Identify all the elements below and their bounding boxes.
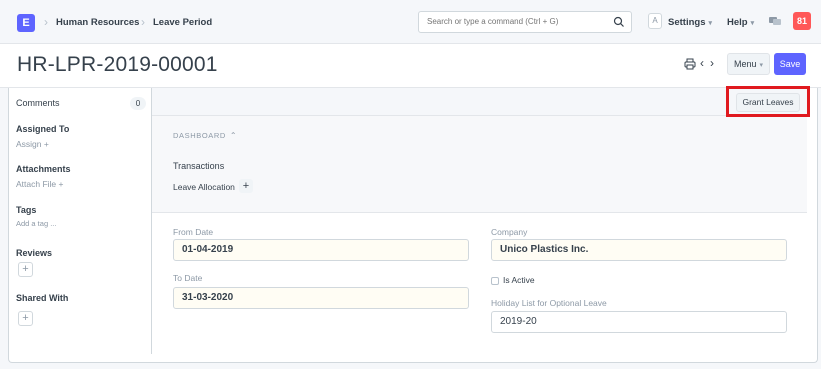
assigned-to-label: Assigned To (16, 124, 70, 134)
breadcrumb-leave-period[interactable]: Leave Period (153, 17, 212, 28)
form-main: Grant Leaves DASHBOARD ⌃ Transactions Lea… (151, 88, 807, 354)
save-button[interactable]: Save (774, 53, 806, 75)
is-active-checkbox[interactable] (491, 277, 499, 285)
chevron-right-icon: › (141, 15, 145, 29)
from-date-label: From Date (173, 227, 214, 237)
chat-icon[interactable] (768, 15, 782, 27)
page-head: HR-LPR-2019-00001 ‹ › Menu ▾ Save (0, 44, 821, 88)
chevron-right-icon[interactable]: › (710, 56, 714, 70)
transactions-heading: Transactions (173, 161, 225, 171)
to-date-field[interactable]: 31-03-2020 (173, 287, 469, 309)
search-box[interactable] (418, 11, 632, 33)
dashboard-section: DASHBOARD ⌃ Transactions Leave Allocation… (152, 116, 807, 213)
help-label: Help (727, 17, 748, 28)
user-avatar[interactable]: A (648, 13, 662, 29)
tags-label: Tags (16, 205, 37, 215)
notification-badge[interactable]: 81 (793, 12, 811, 30)
form-sidebar: Comments 0 Assigned To Assign + Attachme… (8, 88, 151, 363)
add-share-button[interactable]: + (18, 311, 33, 326)
chevron-right-icon: › (44, 15, 48, 29)
company-field[interactable]: Unico Plastics Inc. (491, 239, 787, 261)
leave-allocation-link[interactable]: Leave Allocation (173, 182, 235, 192)
add-review-button[interactable]: + (18, 262, 33, 277)
shared-with-label: Shared With (16, 293, 69, 303)
dashboard-title: DASHBOARD (173, 131, 226, 140)
add-tag-link[interactable]: Add a tag ... (16, 219, 56, 228)
menu-label: Menu (733, 59, 757, 69)
form-fields: From Date 01-04-2019 To Date 31-03-2020 … (152, 213, 807, 354)
chevron-up-icon: ⌃ (229, 131, 238, 140)
search-icon[interactable] (613, 16, 625, 28)
breadcrumb-human-resources[interactable]: Human Resources (56, 17, 139, 28)
caret-down-icon: ▾ (759, 62, 764, 69)
page-title: HR-LPR-2019-00001 (17, 53, 218, 76)
print-icon[interactable] (684, 58, 696, 70)
comments-count-badge: 0 (130, 97, 146, 110)
settings-dropdown[interactable]: Settings ▾ (668, 17, 712, 28)
to-date-label: To Date (173, 273, 203, 283)
company-label: Company (491, 227, 528, 237)
attach-file-link[interactable]: Attach File + (16, 179, 63, 189)
menu-button[interactable]: Menu ▾ (727, 53, 770, 75)
from-date-field[interactable]: 01-04-2019 (173, 239, 469, 261)
chevron-left-icon[interactable]: ‹ (700, 56, 704, 70)
caret-down-icon: ▾ (708, 20, 712, 27)
caret-down-icon: ▾ (750, 20, 755, 27)
holiday-list-label: Holiday List for Optional Leave (491, 298, 607, 308)
holiday-list-field[interactable]: 2019-20 (491, 311, 787, 333)
comments-label[interactable]: Comments (16, 98, 60, 108)
plus-icon: + (22, 312, 29, 324)
search-input[interactable] (427, 17, 597, 26)
is-active-label[interactable]: Is Active (503, 275, 535, 285)
dashboard-toggle[interactable]: DASHBOARD ⌃ (173, 131, 237, 140)
add-leave-allocation-button[interactable]: + (239, 179, 253, 193)
help-dropdown[interactable]: Help ▾ (727, 17, 754, 28)
app-logo[interactable]: E (17, 14, 35, 32)
attachments-label: Attachments (16, 164, 71, 174)
navbar: E › Human Resources › Leave Period A Set… (0, 0, 821, 44)
grant-leaves-button[interactable]: Grant Leaves (736, 93, 800, 112)
reviews-label: Reviews (16, 248, 53, 258)
assign-link[interactable]: Assign + (16, 139, 49, 149)
settings-label: Settings (668, 17, 706, 28)
plus-icon: + (22, 263, 29, 275)
form-toolbar: Grant Leaves (152, 88, 807, 116)
